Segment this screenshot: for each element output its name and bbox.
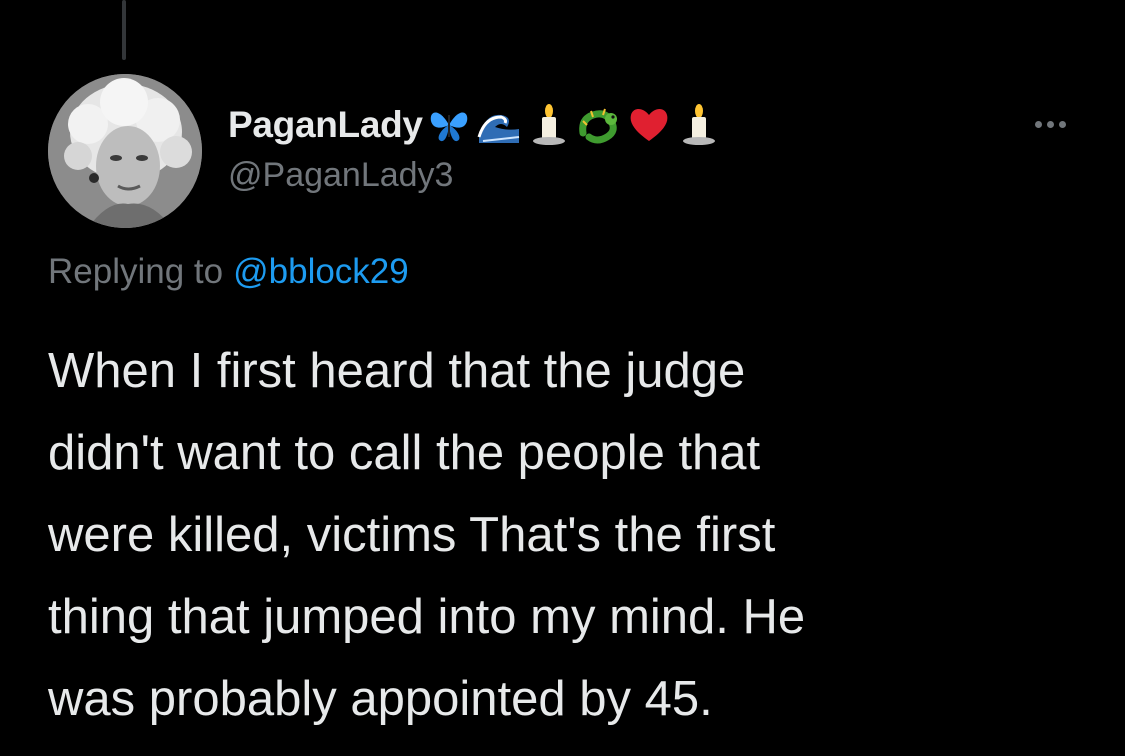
candle-emoji-icon (527, 103, 571, 147)
dragon-emoji-icon (577, 103, 621, 147)
avatar[interactable] (48, 74, 202, 228)
replying-to-label: Replying to (48, 252, 224, 291)
more-horizontal-icon (1034, 120, 1042, 128)
author-handle[interactable]: @PaganLady3 (228, 156, 1025, 195)
red-heart-emoji-icon (627, 103, 671, 147)
author-display-name[interactable]: PaganLady (228, 104, 423, 146)
name-row: PaganLady (228, 98, 1025, 152)
replying-to-line: Replying to @bblock29 (48, 252, 409, 292)
more-options-button[interactable] (1027, 108, 1073, 140)
wave-emoji-icon (477, 103, 521, 147)
tweet-text: When I first heard that the judge didn't… (48, 344, 806, 726)
name-emojis (427, 103, 721, 147)
more-horizontal-icon (1046, 120, 1054, 128)
tweet-header: PaganLady @PaganLady3 (228, 98, 1025, 195)
more-horizontal-icon (1058, 120, 1066, 128)
replying-to-mention-link[interactable]: @bblock29 (233, 252, 409, 291)
thread-connector-line (122, 0, 126, 60)
butterfly-emoji-icon (427, 103, 471, 147)
candle-emoji-icon (677, 103, 721, 147)
